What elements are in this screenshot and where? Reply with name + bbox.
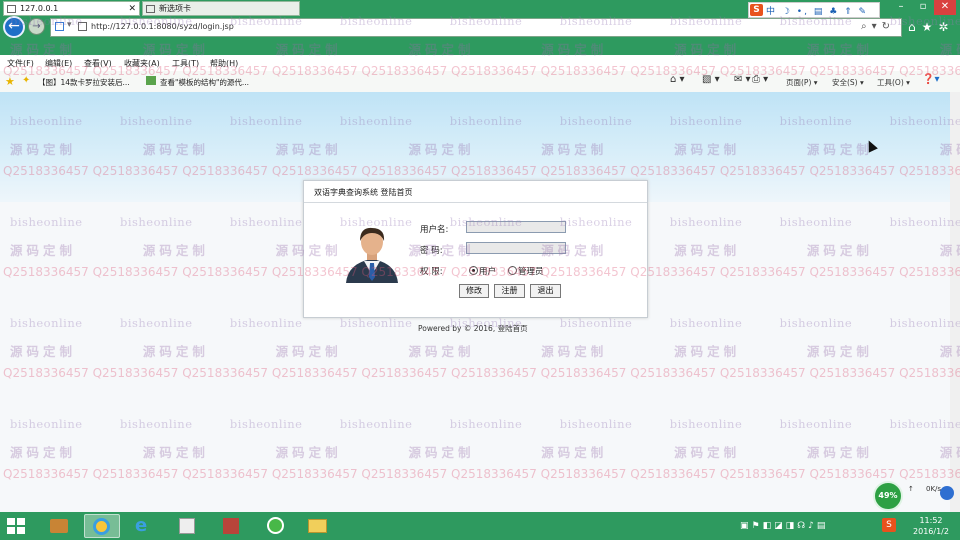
- menu-page[interactable]: 页面(P) ▾: [786, 77, 818, 88]
- role-admin-radio[interactable]: [508, 266, 517, 275]
- role-admin-label[interactable]: 管理员: [518, 265, 544, 277]
- menu-tools[interactable]: 工具(T): [172, 58, 199, 69]
- username-input[interactable]: [466, 221, 566, 233]
- menu-view[interactable]: 查看(V): [84, 58, 112, 69]
- role-user-label[interactable]: 用户: [479, 265, 496, 277]
- add-favorite-icon[interactable]: ✦: [22, 75, 30, 86]
- vertical-scrollbar[interactable]: [950, 92, 960, 512]
- site-icon: [55, 22, 64, 31]
- favorite-link-1[interactable]: 【图】14款卡罗拉安装后...: [38, 77, 130, 88]
- tab-label: 127.0.0.1: [20, 4, 59, 13]
- menu-help[interactable]: 帮助(H): [210, 58, 238, 69]
- page-icon: [146, 76, 156, 85]
- sogou-tray-icon[interactable]: S: [882, 518, 896, 532]
- submit-button[interactable]: 修改: [459, 284, 489, 298]
- taskbar: e ▣⚑◧◪◨☊♪▤ S 11:52 2016/1/2: [0, 512, 960, 540]
- sogou-icon: S: [750, 4, 763, 16]
- menu-edit[interactable]: 编辑(E): [45, 58, 72, 69]
- footer-text: Powered by © 2016, 登陆首页: [418, 324, 528, 333]
- plus-icon[interactable]: [940, 486, 954, 500]
- close-window-button[interactable]: ✕: [934, 0, 956, 15]
- clock-date: 2016/1/2: [913, 527, 949, 536]
- menu-safety[interactable]: 安全(S) ▾: [832, 77, 864, 88]
- maximize-button[interactable]: ▫: [912, 0, 934, 15]
- taskbar-app-house[interactable]: [214, 514, 250, 538]
- taskbar-app-browser[interactable]: [84, 514, 120, 538]
- exit-button[interactable]: 退出: [530, 284, 561, 298]
- book-icon: [50, 519, 68, 533]
- taskbar-app-ie[interactable]: e: [126, 514, 162, 538]
- home-favorites-settings-icons[interactable]: ⌂★✲: [908, 20, 954, 34]
- mail-icon[interactable]: ✉ ▾: [734, 74, 751, 85]
- feeds-icon[interactable]: ▧ ▾: [702, 74, 720, 85]
- menu-bar: 文件(F) 编辑(E) 查看(V) 收藏夹(A) 工具(T) 帮助(H): [0, 55, 960, 71]
- help-icon[interactable]: ❓▾: [922, 74, 939, 85]
- url-text[interactable]: http://127.0.0.1:8080/syzd/login.jsp: [91, 22, 234, 31]
- ime-mode[interactable]: 中 ☽ •, ▤ ♣ ⇑ ✎: [766, 4, 868, 17]
- clock-time: 11:52: [919, 516, 943, 525]
- favorites-bar: ★ ✦ 【图】14款卡罗拉安装后... 查看"模板的结构"的源代... ⌂ ▾ …: [0, 71, 960, 93]
- username-label: 用户名:: [420, 225, 449, 235]
- network-widget[interactable]: 49% ↑ 0K/s: [870, 480, 958, 511]
- login-title: 双语字典查询系统 登陆首页: [314, 188, 413, 197]
- role-user-radio[interactable]: [469, 266, 478, 275]
- page-icon: [7, 5, 16, 13]
- clock[interactable]: 11:52 2016/1/2: [906, 515, 956, 537]
- tab-label: 新选项卡: [159, 4, 191, 13]
- tab-strip: [0, 38, 960, 55]
- forward-arrow-icon[interactable]: →: [28, 18, 45, 35]
- user-avatar-icon: [346, 227, 398, 283]
- page-icon: [146, 5, 155, 13]
- browser-icon: [93, 518, 110, 535]
- ime-toolbar[interactable]: S 中 ☽ •, ▤ ♣ ⇑ ✎: [748, 2, 880, 18]
- page-viewport: 双语字典查询系统 登陆首页 用户名: 密 码: 权 限: 用户 管理员 修改 注…: [0, 92, 960, 512]
- system-tray-icons[interactable]: ▣⚑◧◪◨☊♪▤: [740, 521, 828, 531]
- home-icon[interactable]: ⌂ ▾: [670, 74, 685, 85]
- page-icon: [78, 22, 87, 31]
- password-input[interactable]: [466, 242, 566, 254]
- tab-new[interactable]: 新选项卡: [142, 1, 300, 16]
- tab-localhost[interactable]: 127.0.0.1 ✕: [3, 1, 140, 16]
- menu-tools-cmd[interactable]: 工具(O) ▾: [877, 77, 910, 88]
- divider: [304, 202, 647, 203]
- taskbar-app-folder[interactable]: [300, 514, 336, 538]
- net-usage: 49%: [873, 481, 903, 511]
- search-refresh-icons[interactable]: ⌕▾↻: [861, 21, 895, 32]
- taskbar-app-book[interactable]: [42, 514, 78, 538]
- security-icon: [267, 517, 284, 534]
- java-icon: [179, 518, 195, 534]
- taskbar-app-360[interactable]: [258, 514, 294, 538]
- password-label: 密 码:: [420, 246, 443, 256]
- house-icon: [223, 518, 239, 534]
- back-arrow-icon[interactable]: ←: [3, 16, 25, 38]
- login-panel: 双语字典查询系统 登陆首页 用户名: 密 码: 权 限: 用户 管理员 修改 注…: [303, 180, 648, 318]
- favorites-star-icon[interactable]: ★: [5, 75, 15, 88]
- taskbar-app-java[interactable]: [170, 514, 206, 538]
- print-icon[interactable]: ⎙ ▾: [752, 74, 768, 85]
- menu-favorites[interactable]: 收藏夹(A): [124, 58, 160, 69]
- favorite-link-2[interactable]: 查看"模板的结构"的源代...: [160, 77, 249, 88]
- menu-file[interactable]: 文件(F): [7, 58, 34, 69]
- close-icon[interactable]: ✕: [128, 2, 136, 16]
- upload-icon: ↑: [908, 485, 914, 493]
- folder-icon: [308, 519, 327, 533]
- role-label: 权 限:: [420, 267, 443, 277]
- windows-start-icon[interactable]: [7, 518, 25, 534]
- address-bar[interactable]: ▾ http://127.0.0.1:8080/syzd/login.jsp ⌕…: [50, 18, 902, 37]
- dropdown-icon[interactable]: ▾: [67, 20, 72, 30]
- net-speed: 0K/s: [926, 485, 942, 493]
- register-button[interactable]: 注册: [494, 284, 525, 298]
- ie-icon: e: [135, 515, 148, 536]
- minimize-button[interactable]: –: [890, 0, 912, 15]
